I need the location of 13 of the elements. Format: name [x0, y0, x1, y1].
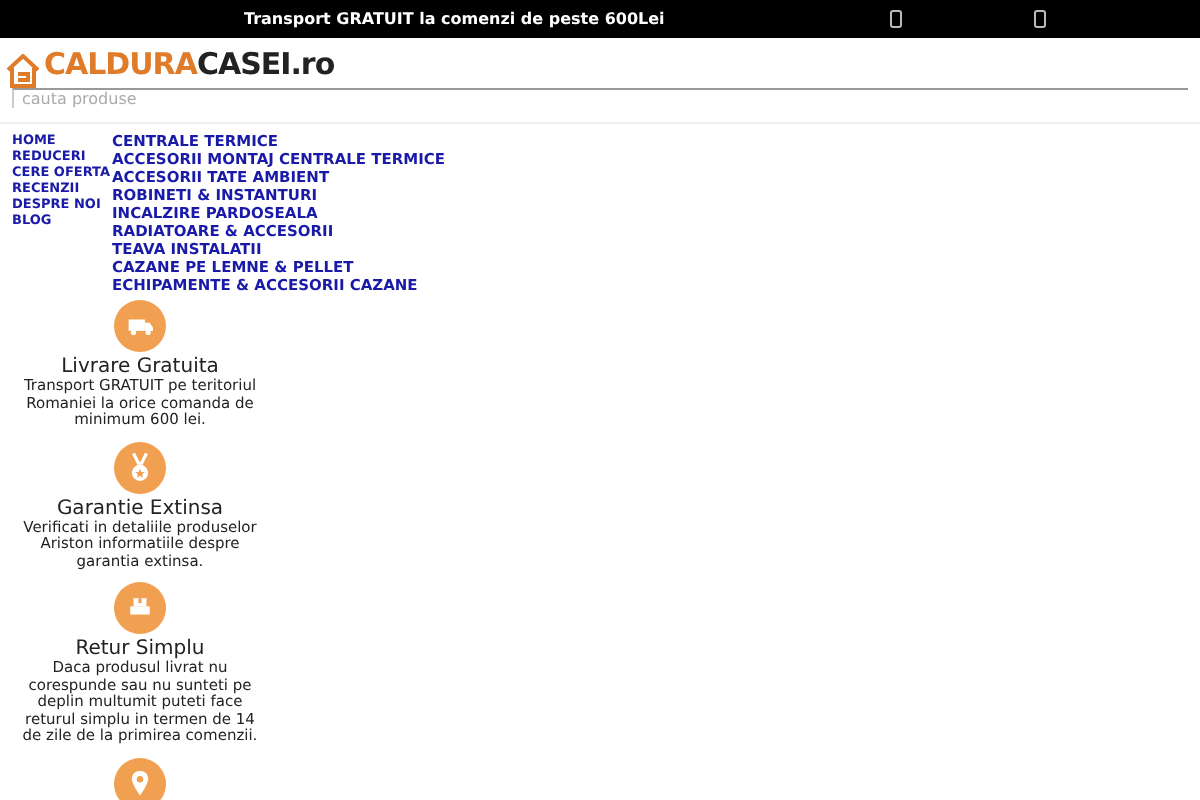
feature-title: Livrare Gratuita: [61, 356, 219, 378]
phone-icon: [1034, 10, 1047, 28]
box-icon: [114, 582, 166, 634]
logo[interactable]: CALDURACASEI.ro: [44, 42, 335, 87]
house-icon: [6, 53, 40, 87]
feature-title: Retur Simplu: [75, 638, 205, 660]
location-pin-icon: [114, 757, 166, 800]
promo-text: Transport GRATUIT la comenzi de peste 600Lei: [244, 7, 665, 31]
truck-icon: [114, 300, 166, 352]
feature-title: Garantie Extinsa: [56, 497, 224, 519]
search-field[interactable]: cauta produse: [12, 88, 1188, 108]
medal-icon: [114, 441, 166, 493]
phone-icon: [890, 10, 903, 28]
